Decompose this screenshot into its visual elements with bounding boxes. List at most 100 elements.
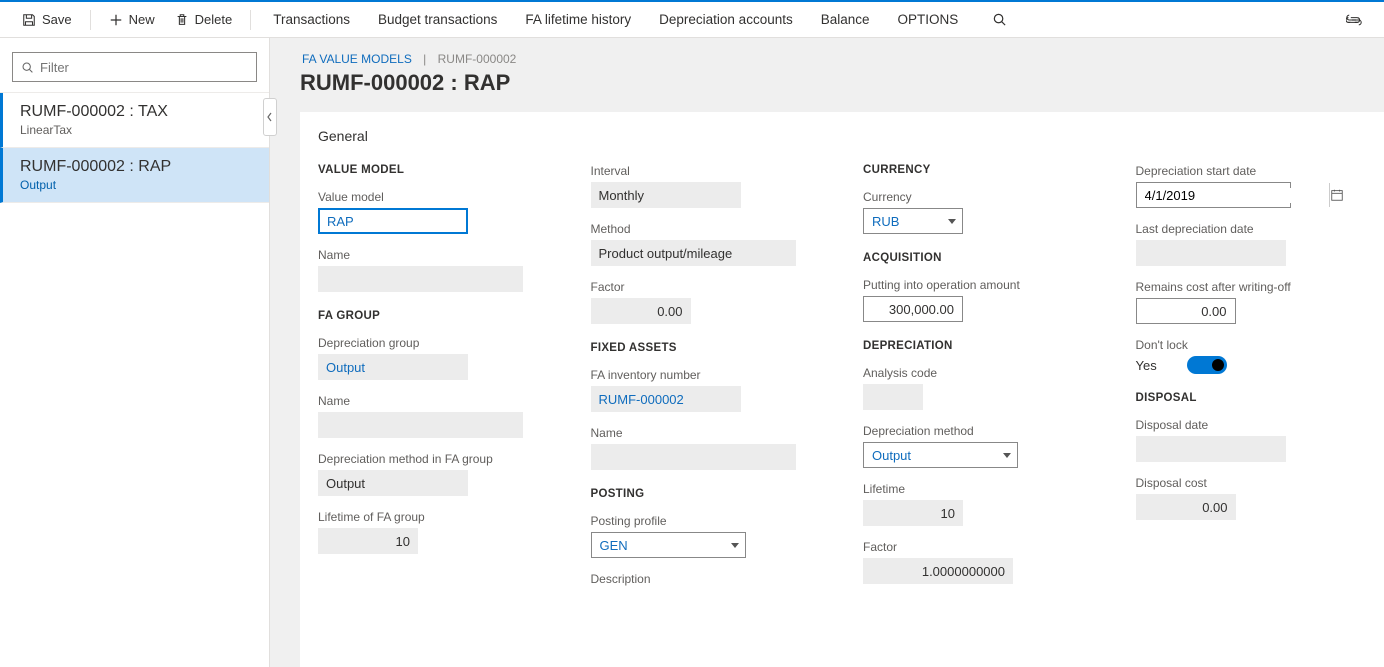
label-putting-amount: Putting into operation amount [863, 278, 1094, 292]
dont-lock-toggle[interactable] [1187, 356, 1227, 374]
analysis-code-input[interactable] [863, 384, 923, 410]
label-disposal-cost: Disposal cost [1136, 476, 1367, 490]
label-interval: Interval [591, 164, 822, 178]
dep-method-group-input[interactable] [318, 470, 468, 496]
fa-name-input[interactable] [591, 444, 796, 470]
disposal-date-input[interactable] [1136, 436, 1286, 462]
currency-select[interactable]: RUB [863, 208, 963, 234]
breadcrumb-root[interactable]: FA VALUE MODELS [302, 52, 412, 66]
heading-value-model: VALUE MODEL [318, 164, 549, 176]
plus-icon [109, 13, 123, 27]
calendar-icon[interactable] [1329, 183, 1344, 207]
column-disposal: Depreciation start date Last depreciatio… [1136, 164, 1367, 520]
label-disposal-date: Disposal date [1136, 418, 1367, 432]
chevron-down-icon [948, 219, 956, 224]
heading-fa-group: FA GROUP [318, 310, 549, 322]
dep-method-value: Output [872, 448, 1003, 463]
filter-input[interactable] [40, 60, 248, 75]
fa-group-name-input[interactable] [318, 412, 523, 438]
label-dep-start: Depreciation start date [1136, 164, 1367, 178]
save-label: Save [42, 12, 72, 27]
posting-profile-select[interactable]: GEN [591, 532, 746, 558]
fa-inventory-input[interactable] [591, 386, 741, 412]
list-item-rap[interactable]: RUMF-000002 : RAP Output [0, 148, 269, 203]
label-lifetime: Lifetime [863, 482, 1094, 496]
depreciation-group-input[interactable] [318, 354, 468, 380]
record-list: RUMF-000002 : TAX LinearTax RUMF-000002 … [0, 92, 269, 203]
dep-factor-input[interactable] [863, 558, 1013, 584]
form-panel: General VALUE MODEL Value model Name FA … [300, 112, 1384, 667]
label-posting-profile: Posting profile [591, 514, 822, 528]
list-item-tax[interactable]: RUMF-000002 : TAX LinearTax [0, 93, 269, 148]
currency-value: RUB [872, 214, 948, 229]
last-dep-input[interactable] [1136, 240, 1286, 266]
label-lifetime-fa-group: Lifetime of FA group [318, 510, 549, 524]
heading-posting: POSTING [591, 488, 822, 500]
list-item-title: RUMF-000002 : RAP [20, 158, 251, 176]
column-fixed-assets: Interval Method Factor FIXED ASSETS FA i… [591, 164, 822, 590]
nav-options[interactable]: OPTIONS [884, 8, 973, 31]
link-button[interactable] [1336, 10, 1372, 30]
chevron-down-icon [1003, 453, 1011, 458]
heading-currency: CURRENCY [863, 164, 1094, 176]
nav-budget-transactions[interactable]: Budget transactions [364, 8, 511, 31]
value-model-name-input[interactable] [318, 266, 523, 292]
dep-start-date[interactable] [1136, 182, 1291, 208]
nav-balance[interactable]: Balance [807, 8, 884, 31]
label-analysis-code: Analysis code [863, 366, 1094, 380]
list-item-subtitle: Output [20, 178, 251, 192]
nav-transactions[interactable]: Transactions [259, 8, 364, 31]
dep-method-select[interactable]: Output [863, 442, 1018, 468]
label-remains: Remains cost after writing-off [1136, 280, 1367, 294]
label-currency: Currency [863, 190, 1094, 204]
resize-handle[interactable] [263, 98, 277, 136]
nav-fa-lifetime-history[interactable]: FA lifetime history [511, 8, 645, 31]
breadcrumb-current: RUMF-000002 [438, 52, 517, 66]
dont-lock-value: Yes [1136, 358, 1157, 373]
method-input[interactable] [591, 240, 796, 266]
remains-input[interactable] [1136, 298, 1236, 324]
column-value-model: VALUE MODEL Value model Name FA GROUP De… [318, 164, 549, 554]
label-dep-method-group: Depreciation method in FA group [318, 452, 549, 466]
filter-box[interactable] [12, 52, 257, 82]
new-button[interactable]: New [99, 8, 165, 31]
list-item-title: RUMF-000002 : TAX [20, 103, 251, 121]
label-name: Name [318, 248, 549, 262]
label-depreciation-group: Depreciation group [318, 336, 549, 350]
value-model-input[interactable] [318, 208, 468, 234]
delete-button[interactable]: Delete [165, 8, 243, 31]
save-button[interactable]: Save [12, 8, 82, 31]
list-item-subtitle: LinearTax [20, 123, 251, 137]
breadcrumb: FA VALUE MODELS | RUMF-000002 [270, 38, 1384, 66]
search-button[interactable] [982, 8, 1017, 31]
search-icon [992, 12, 1007, 27]
dep-start-input[interactable] [1137, 188, 1329, 203]
lifetime-fa-group-input[interactable] [318, 528, 418, 554]
label-value-model: Value model [318, 190, 549, 204]
label-method: Method [591, 222, 822, 236]
separator [250, 10, 251, 30]
label-last-dep: Last depreciation date [1136, 222, 1367, 236]
label-description: Description [591, 572, 822, 586]
sidebar: RUMF-000002 : TAX LinearTax RUMF-000002 … [0, 38, 270, 667]
section-title-general: General [318, 128, 1366, 144]
separator [90, 10, 91, 30]
factor-input[interactable] [591, 298, 691, 324]
link-icon [1346, 14, 1362, 26]
chevron-down-icon [731, 543, 739, 548]
label-factor-dep: Factor [863, 540, 1094, 554]
interval-input[interactable] [591, 182, 741, 208]
heading-disposal: DISPOSAL [1136, 392, 1367, 404]
label-fa-name: Name [591, 426, 822, 440]
heading-fixed-assets: FIXED ASSETS [591, 342, 822, 354]
lifetime-input[interactable] [863, 500, 963, 526]
label-dont-lock: Don't lock [1136, 338, 1367, 352]
save-icon [22, 13, 36, 27]
action-toolbar: Save New Delete Transactions Budget tran… [0, 0, 1384, 38]
trash-icon [175, 13, 189, 27]
heading-depreciation: DEPRECIATION [863, 340, 1094, 352]
delete-label: Delete [195, 12, 233, 27]
nav-depreciation-accounts[interactable]: Depreciation accounts [645, 8, 807, 31]
putting-amount-input[interactable] [863, 296, 963, 322]
disposal-cost-input[interactable] [1136, 494, 1236, 520]
